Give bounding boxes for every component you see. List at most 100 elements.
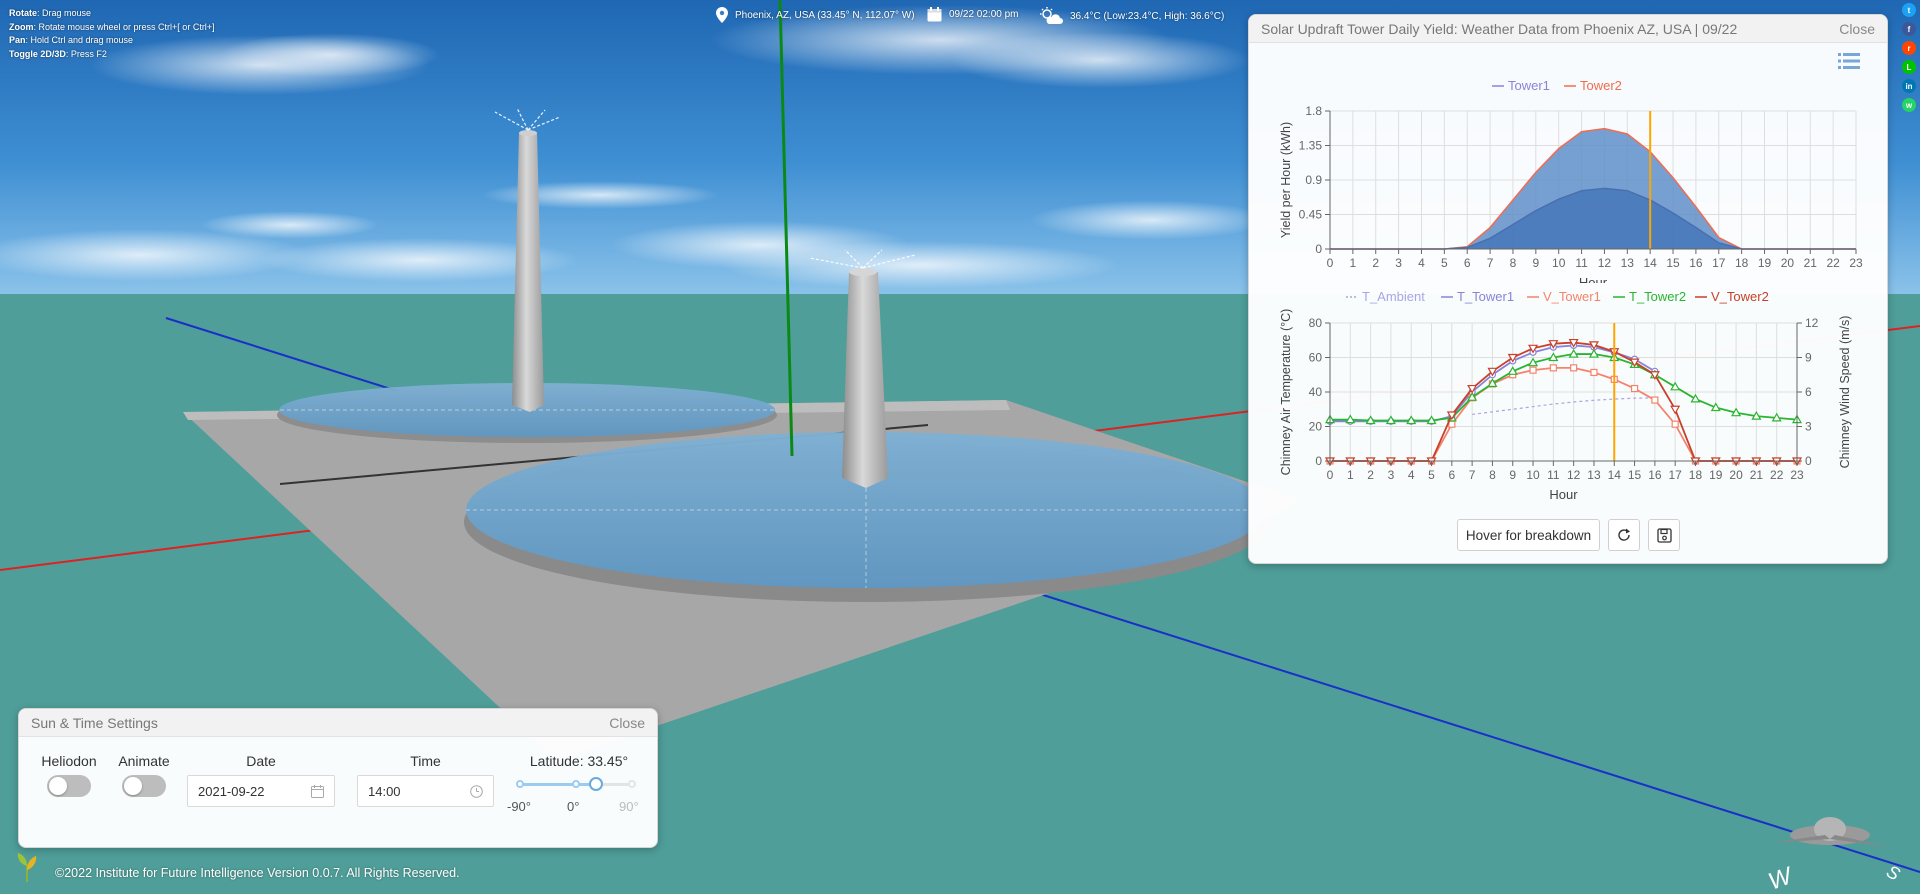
facebook-share-icon[interactable]: f xyxy=(1902,22,1916,36)
reddit-share-icon[interactable]: r xyxy=(1902,41,1916,55)
yield-chart: Tower1 Tower20 1 2 3 4 5 6 7 8 9 10 11 12 13 14 15 16 17 18… xyxy=(1279,78,1863,290)
latitude-label: Latitude: 33.45° xyxy=(529,753,629,769)
x-tick-label: 22 xyxy=(1826,256,1840,270)
y-tick-label: 1.8 xyxy=(1305,104,1322,118)
area-fill-tower1 xyxy=(1330,188,1856,249)
x-tick-label: 0 xyxy=(1327,468,1334,482)
location-text: Phoenix, AZ, USA (33.45° N, 112.07° W) xyxy=(735,9,915,21)
save-icon xyxy=(1656,527,1672,543)
x-tick-label: 14 xyxy=(1608,468,1622,482)
sun-panel-header[interactable]: Sun & Time Settings Close xyxy=(19,709,657,737)
y-tick-label-right: 6 xyxy=(1805,385,1812,399)
heliodon-toggle[interactable] xyxy=(47,775,91,797)
x-tick-label: 13 xyxy=(1621,256,1635,270)
series-line-v_tower2 xyxy=(1330,341,1797,462)
x-tick-label: 11 xyxy=(1575,256,1588,270)
x-tick-label: 19 xyxy=(1758,256,1772,270)
marker-v-tower1 xyxy=(1448,420,1456,428)
time-label: Time xyxy=(410,753,441,769)
date-picker[interactable]: 2021-09-22 xyxy=(187,775,335,807)
y-tick-label: 1.35 xyxy=(1299,139,1323,153)
marker-v-tower2 xyxy=(1670,405,1681,415)
x-tick-label: 0 xyxy=(1327,256,1334,270)
x-tick-label: 12 xyxy=(1567,468,1581,482)
legend-label-t_tower1: T_Tower1 xyxy=(1457,289,1514,304)
refresh-icon xyxy=(1618,528,1630,541)
x-tick-label: 2 xyxy=(1367,468,1374,482)
hover-breakdown-label: Hover for breakdown xyxy=(1465,527,1592,543)
latitude-slider-handle[interactable] xyxy=(588,777,603,791)
partly-cloudy-icon xyxy=(1040,7,1063,24)
date-value: 2021-09-22 xyxy=(198,783,265,799)
calendar-icon xyxy=(927,7,942,22)
x-tick-label: 1 xyxy=(1350,256,1357,270)
x-tick-label: 17 xyxy=(1668,468,1682,482)
y-axis-title-left: Chimney Air Temperature (°C) xyxy=(1279,309,1293,476)
marker-v-tower1 xyxy=(1549,364,1557,372)
y-tick-label: 0 xyxy=(1315,242,1322,256)
twitter-share-icon[interactable]: t xyxy=(1902,3,1916,17)
latitude-slider[interactable] xyxy=(516,777,636,791)
animate-label: Animate xyxy=(118,753,170,769)
animate-toggle[interactable] xyxy=(122,775,166,797)
x-tick-label: 20 xyxy=(1781,256,1795,270)
x-tick-label: 14 xyxy=(1643,256,1657,270)
y-tick-label-right: 12 xyxy=(1805,316,1819,330)
y-tick-label-left: 40 xyxy=(1309,385,1323,399)
x-tick-label: 21 xyxy=(1750,468,1764,482)
datetime-text: 09/22 02:00 pm xyxy=(949,9,1019,20)
x-tick-label: 12 xyxy=(1598,256,1612,270)
x-tick-label: 15 xyxy=(1628,468,1642,482)
date-label: Date xyxy=(246,753,276,769)
animate-group: Animate xyxy=(114,753,174,800)
yield-panel-header[interactable]: Solar Updraft Tower Daily Yield: Weather… xyxy=(1249,15,1887,43)
y-tick-label-right: 3 xyxy=(1805,420,1812,434)
save-button[interactable] xyxy=(1648,519,1680,551)
x-tick-label: 5 xyxy=(1441,256,1448,270)
heliodon-label: Heliodon xyxy=(41,753,97,769)
weather-info: 36.4°C (Low:23.4°C, High: 36.6°C) xyxy=(1039,7,1224,25)
x-tick-label: 18 xyxy=(1735,256,1749,270)
clock-icon xyxy=(470,784,483,798)
x-tick-label: 19 xyxy=(1709,468,1723,482)
yield-legend: Tower1 Tower2 xyxy=(1492,78,1622,93)
calendar-icon xyxy=(311,784,324,798)
slider-mark-min: -90° xyxy=(507,799,531,814)
navigation-help: Rotate: Drag mouse Zoom: Rotate mouse wh… xyxy=(9,7,215,61)
marker-v-tower1 xyxy=(1651,396,1659,404)
x-axis-title: Hour xyxy=(1579,275,1608,283)
temp-legend: T_Ambient T_Tower1 V_Tower1 T_Tower2 V_Tower… xyxy=(1346,289,1769,304)
latitude-label-wrap: Latitude: 33.45° xyxy=(509,753,649,769)
hover-breakdown-button[interactable]: Hover for breakdown xyxy=(1457,519,1600,551)
heliodon-group: Heliodon xyxy=(39,753,99,800)
marker-t-tower2 xyxy=(1670,381,1681,391)
slider-mark-max: 90° xyxy=(619,799,639,814)
legend-label-v_tower1: V_Tower1 xyxy=(1543,289,1601,304)
copyright-text: ©2022 Institute for Future Intelligence … xyxy=(55,866,460,880)
legend-label-tower2: Tower2 xyxy=(1580,78,1622,93)
y-tick-label-left: 60 xyxy=(1309,351,1323,365)
help-pan-label: Pan xyxy=(9,35,26,45)
series-line-t_tower2 xyxy=(1330,353,1798,422)
x-tick-label: 3 xyxy=(1395,256,1402,270)
x-tick-label: 17 xyxy=(1712,256,1726,270)
marker-v-tower1 xyxy=(1630,384,1639,393)
temperature-wind-chart: T_Ambient T_Tower1 V_Tower1 T_Tower2 V_Tower… xyxy=(1279,289,1852,502)
x-tick-label: 15 xyxy=(1666,256,1680,270)
linkedin-share-icon[interactable]: in xyxy=(1902,79,1916,93)
sun-panel-close-button[interactable]: Close xyxy=(609,715,645,731)
help-rotate-text: : Drag mouse xyxy=(37,8,92,18)
y-tick-label: 0.9 xyxy=(1305,173,1322,187)
location-pin-icon xyxy=(716,7,728,23)
x-tick-label: 7 xyxy=(1469,468,1476,482)
x-tick-label: 16 xyxy=(1648,468,1662,482)
refresh-button[interactable] xyxy=(1608,519,1640,551)
whatsapp-share-icon[interactable]: w xyxy=(1902,98,1916,112)
x-tick-label: 7 xyxy=(1487,256,1494,270)
yield-panel-close-button[interactable]: Close xyxy=(1839,21,1875,37)
list-menu-icon[interactable] xyxy=(1838,51,1860,71)
x-tick-label: 9 xyxy=(1532,256,1539,270)
time-picker[interactable]: 14:00 xyxy=(357,775,494,807)
slider-mark-zero: 0° xyxy=(567,799,580,814)
line-share-icon[interactable]: L xyxy=(1902,60,1916,74)
